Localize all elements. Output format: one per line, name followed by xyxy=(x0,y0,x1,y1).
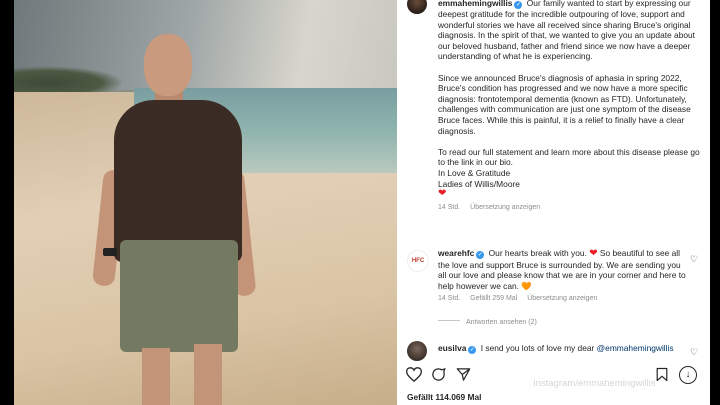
verified-icon: ✓ xyxy=(468,346,477,354)
caption-paragraph-1: Our family wanted to start by expressing… xyxy=(438,0,696,62)
verified-icon: ✓ xyxy=(476,251,485,259)
caption-paragraph-3b: In Love & Gratitude xyxy=(438,167,511,178)
comment-time: 14 Std. xyxy=(438,295,461,303)
heart-outline-icon[interactable] xyxy=(406,367,422,382)
comment-text: I send you lots of love my dear xyxy=(480,343,595,353)
comment-mention[interactable]: @emmahemingwillis xyxy=(597,343,674,353)
person-shirt xyxy=(114,100,242,262)
author-username[interactable]: emmahemingwillis xyxy=(438,0,512,8)
comment-wearehfc: wearehfc ✓ Our hearts break with you. ❤ S… xyxy=(438,248,688,305)
likes-count[interactable]: Gefällt 114.069 Mal xyxy=(407,392,482,403)
verified-icon: ✓ xyxy=(514,1,523,9)
view-replies-label: Antworten ansehen (2) xyxy=(466,319,537,326)
heart-emoji: ❤ xyxy=(589,248,598,259)
comment-like-heart-icon[interactable]: ♡ xyxy=(690,254,699,264)
comment-eusilva: eusilva ✓ I send you lots of love my dear… xyxy=(438,343,688,354)
comment-icon[interactable] xyxy=(431,367,446,382)
commenter-avatar-eusilva[interactable] xyxy=(407,341,427,361)
share-icon[interactable] xyxy=(456,367,471,382)
comment-translate-link[interactable]: Übersetzung anzeigen xyxy=(527,295,597,302)
person-head xyxy=(144,34,192,96)
comment-username[interactable]: eusilva xyxy=(438,343,466,353)
commenter-avatar-wearehfc[interactable]: HFC xyxy=(407,250,429,272)
comment-like-heart-icon[interactable]: ♡ xyxy=(690,347,699,357)
caption-paragraph-3a: To read our full statement and learn mor… xyxy=(438,146,700,168)
photo-trees xyxy=(14,66,124,94)
caption-paragraph-3c: Ladies of Willis/Moore xyxy=(438,178,520,189)
person-shorts xyxy=(120,240,238,352)
post-panel: emmahemingwillis ✓ Our family wanted to s… xyxy=(397,0,710,405)
post-photo xyxy=(14,0,397,405)
caption-paragraph-2: Since we announced Bruce's diagnosis of … xyxy=(438,72,691,136)
comment-username[interactable]: wearehfc xyxy=(438,248,474,258)
post-caption: emmahemingwillis ✓ Our family wanted to s… xyxy=(438,0,700,213)
person-leg-right xyxy=(194,344,222,405)
view-replies-button[interactable]: Antworten ansehen (2) xyxy=(438,318,537,329)
replies-divider xyxy=(438,320,460,321)
download-icon[interactable]: ↓ xyxy=(679,366,697,384)
post-time: 14 Std. xyxy=(438,203,461,211)
comment-text-a: Our hearts break with you. xyxy=(488,248,587,258)
author-avatar[interactable] xyxy=(407,0,427,14)
person-watch xyxy=(103,248,117,256)
orange-heart-emoji: 🧡 xyxy=(521,280,532,291)
translate-link[interactable]: Übersetzung anzeigen xyxy=(470,204,540,211)
bookmark-icon[interactable] xyxy=(656,367,668,382)
comment-likes[interactable]: Gefällt 259 Mal xyxy=(470,295,517,302)
heart-emoji: ❤ xyxy=(438,188,447,200)
watermark: Instagram/emmahemingwillis xyxy=(533,378,656,389)
person-leg-left xyxy=(142,348,170,405)
